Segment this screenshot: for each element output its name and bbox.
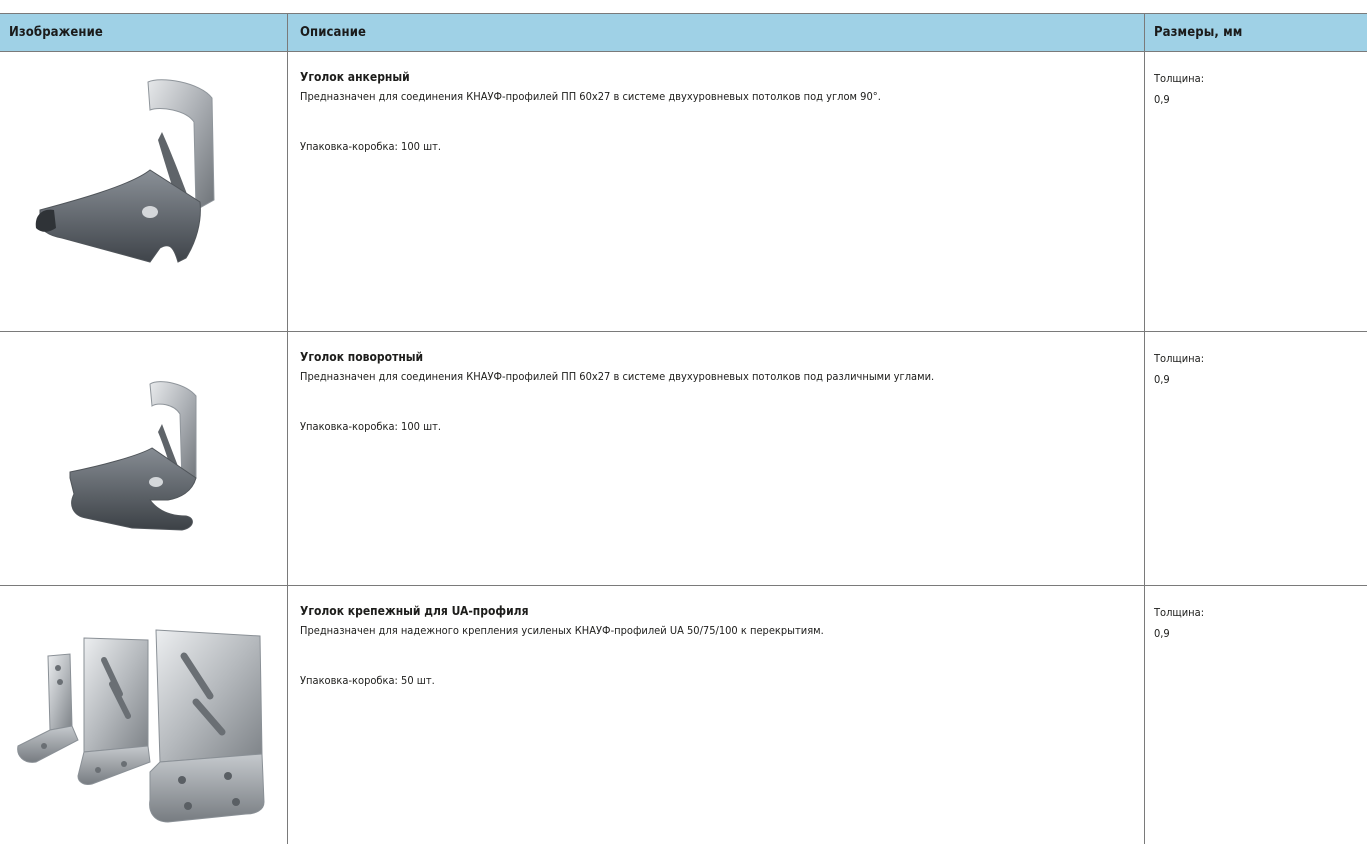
catalog-table: Изображение Описание Размеры, мм Уголок … <box>0 13 1367 844</box>
product-description: Предназначен для надежного крепления уси… <box>300 624 824 637</box>
table-row: Уголок анкерный Предназначен для соедине… <box>0 52 1367 332</box>
product-description-cell: Уголок анкерный Предназначен для соедине… <box>288 52 1145 331</box>
product-description-cell: Уголок крепежный для UA-профиля Предназн… <box>288 586 1145 844</box>
table-row: Уголок поворотный Предназначен для соеди… <box>0 332 1367 586</box>
product-packaging: Упаковка-коробка: 100 шт. <box>300 140 442 153</box>
header-image: Изображение <box>0 14 288 51</box>
anchor-angle-bracket-icon <box>35 79 215 263</box>
product-description-cell: Уголок поворотный Предназначен для соеди… <box>288 332 1145 585</box>
product-name: Уголок крепежный для UA-профиля <box>300 604 529 618</box>
header-description: Описание <box>288 14 1145 51</box>
product-name: Уголок поворотный <box>300 350 424 364</box>
thickness-value: 0,9 <box>1154 93 1170 106</box>
rotary-angle-bracket-icon <box>69 381 197 531</box>
product-description: Предназначен для соединения КНАУФ-профил… <box>300 90 881 103</box>
product-size-cell: Толщина: 0,9 <box>1145 586 1367 844</box>
table-row: Уголок крепежный для UA-профиля Предназн… <box>0 586 1367 844</box>
header-sizes: Размеры, мм <box>1154 25 1243 40</box>
table-header: Изображение Описание Размеры, мм <box>0 13 1367 52</box>
product-packaging: Упаковка-коробка: 100 шт. <box>300 420 442 433</box>
product-image <box>0 52 288 331</box>
thickness-value: 0,9 <box>1154 373 1170 386</box>
thickness-value: 0,9 <box>1154 627 1170 640</box>
product-packaging: Упаковка-коробка: 50 шт. <box>300 674 435 687</box>
product-image <box>0 586 288 844</box>
product-description: Предназначен для соединения КНАУФ-профил… <box>300 370 935 383</box>
thickness-label: Толщина: <box>1154 606 1205 619</box>
thickness-label: Толщина: <box>1154 72 1205 85</box>
product-name: Уголок анкерный <box>300 70 410 84</box>
product-size-cell: Толщина: 0,9 <box>1145 332 1367 585</box>
product-image <box>0 332 288 585</box>
ua-profile-bracket-icon <box>17 629 265 823</box>
product-size-cell: Толщина: 0,9 <box>1145 52 1367 331</box>
thickness-label: Толщина: <box>1154 352 1205 365</box>
